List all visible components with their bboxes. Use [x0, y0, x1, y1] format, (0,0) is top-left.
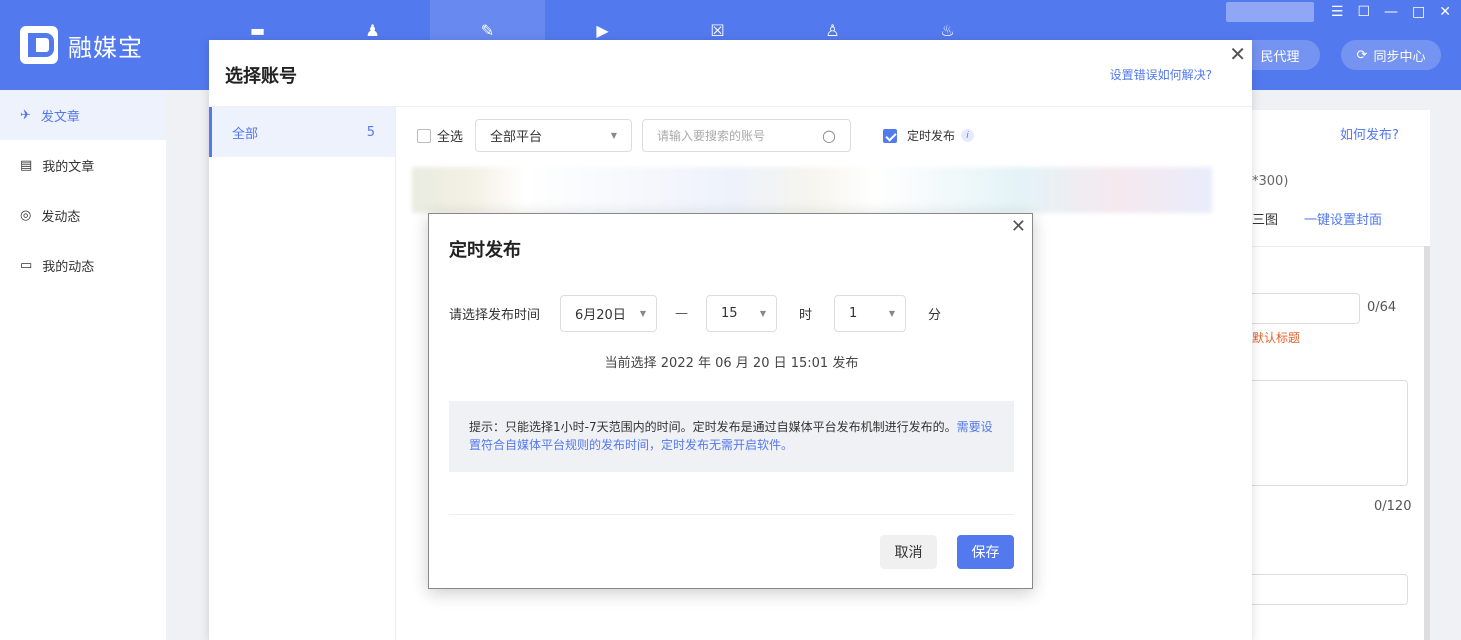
setting-help-link[interactable]: 设置错误如何解决? — [1110, 66, 1212, 83]
scheduled-publish-label: 定时发布 — [907, 129, 956, 143]
minimize-icon[interactable]: — — [1384, 4, 1398, 20]
date-select[interactable]: 6月20日 ▼ — [560, 295, 658, 332]
current-selection-text: 当前选择 2022 年 06 月 20 日 15:01 发布 — [604, 356, 859, 371]
agent-button[interactable]: 民代理 — [1240, 40, 1320, 70]
nav-message-icon[interactable]: ▬ — [200, 0, 315, 40]
chevron-down-icon: ▼ — [639, 309, 647, 318]
close-window-icon[interactable]: ✕ — [1439, 4, 1451, 20]
chevron-down-icon: ▼ — [888, 309, 896, 318]
dialog-title: 选择账号 — [225, 66, 297, 87]
minute-value: 1 — [849, 306, 858, 321]
save-button[interactable]: 保存 — [957, 535, 1014, 569]
target-icon: ◎ — [20, 207, 32, 223]
default-title-link[interactable]: 默认标题 — [1252, 329, 1300, 346]
divider — [1252, 246, 1430, 247]
nav-video-icon[interactable]: ▶ — [545, 0, 660, 40]
platform-filter-select[interactable]: 全部平台 ▼ — [475, 119, 633, 152]
tip-text: 提示：只能选择1小时-7天范围内的时间。定时发布是通过自媒体平台发布机制进行发布… — [469, 420, 957, 434]
scrollbar[interactable] — [1424, 246, 1430, 640]
hour-unit: 时 — [799, 308, 813, 323]
info-icon[interactable]: i — [961, 129, 975, 142]
window-controls: ☰ ☐ — □ ✕ — [1331, 4, 1451, 20]
summary-count: 0/120 — [1374, 499, 1412, 514]
group-name: 全部 — [232, 126, 259, 142]
close-icon[interactable]: ✕ — [1011, 216, 1026, 237]
three-images-option[interactable]: 三图 — [1252, 209, 1278, 228]
tip-box: 提示：只能选择1小时-7天范围内的时间。定时发布是通过自媒体平台发布机制进行发布… — [449, 401, 1014, 472]
select-all-checkbox[interactable] — [417, 128, 431, 143]
minute-unit: 分 — [928, 308, 942, 323]
app-name: 融媒宝 — [68, 33, 143, 62]
group-item-all[interactable]: 全部 5 — [209, 107, 395, 157]
account-cards-blurred[interactable] — [412, 167, 1212, 213]
how-to-publish-link[interactable]: 如何发布? — [1340, 124, 1399, 143]
account-group-list: 全部 5 — [209, 107, 396, 640]
sidebar: ✈ 发文章 ▤ 我的文章 ◎ 发动态 ▭ 我的动态 — [0, 90, 166, 640]
hour-value: 15 — [721, 306, 738, 321]
cover-size-hint: *300) — [1252, 174, 1289, 189]
agent-button-label: 民代理 — [1260, 49, 1300, 65]
nav-data-icon[interactable]: ☒ — [660, 0, 775, 40]
dialog-title: 定时发布 — [449, 240, 521, 261]
sidebar-item-label: 发动态 — [41, 209, 81, 225]
nav-hot-icon[interactable]: ♨ — [890, 0, 1005, 40]
nav-team-icon[interactable]: ♙ — [775, 0, 890, 40]
menu-icon[interactable]: ☰ — [1331, 4, 1344, 20]
sidebar-item-my-articles[interactable]: ▤ 我的文章 — [0, 140, 166, 190]
sync-center-button[interactable]: ⟳ 同步中心 — [1341, 40, 1441, 70]
maximize-icon[interactable]: □ — [1412, 4, 1425, 20]
app-logo: 融媒宝 — [20, 26, 143, 64]
hour-select[interactable]: 15 ▼ — [706, 295, 778, 332]
nav-publish-icon[interactable]: ✎ — [430, 0, 545, 40]
title-count: 0/64 — [1367, 300, 1397, 315]
range-dash: — — [675, 306, 689, 321]
sidebar-item-label: 发文章 — [40, 109, 80, 125]
platform-filter-value: 全部平台 — [490, 130, 543, 145]
nav-account-icon[interactable]: ♟ — [315, 0, 430, 40]
title-input[interactable] — [1252, 293, 1360, 324]
user-account-blurred[interactable] — [1226, 2, 1314, 22]
close-icon[interactable]: ✕ — [1229, 42, 1246, 66]
sidebar-item-my-updates[interactable]: ▭ 我的动态 — [0, 240, 166, 290]
divider — [449, 514, 1014, 515]
sidebar-item-label: 我的文章 — [42, 159, 95, 175]
editor-panel: 如何发布? *300) 三图 一键设置封面 0/64 默认标题 0/120 — [1252, 110, 1430, 640]
group-count: 5 — [366, 124, 375, 140]
sync-icon: ⟳ — [1356, 47, 1368, 63]
feedback-icon[interactable]: ☐ — [1357, 4, 1370, 20]
chevron-down-icon: ▼ — [759, 309, 767, 318]
schedule-publish-dialog: 定时发布 ✕ 请选择发布时间 6月20日 ▼ — 15 ▼ 时 1 ▼ 分 当前… — [428, 213, 1033, 589]
one-click-cover-link[interactable]: 一键设置封面 — [1304, 209, 1382, 228]
sidebar-item-post-update[interactable]: ◎ 发动态 — [0, 190, 166, 240]
time-picker-row: 请选择发布时间 6月20日 ▼ — 15 ▼ 时 1 ▼ 分 — [449, 295, 941, 332]
chat-icon: ▭ — [20, 257, 33, 273]
dialog-header: 选择账号 设置错误如何解决? ✕ — [209, 40, 1252, 107]
cancel-button[interactable]: 取消 — [880, 535, 937, 569]
document-icon: ▤ — [20, 157, 33, 173]
account-search-input[interactable]: 请输入要搜索的账号 ○ — [642, 119, 852, 152]
minute-select[interactable]: 1 ▼ — [834, 295, 907, 332]
sidebar-item-post-article[interactable]: ✈ 发文章 — [0, 90, 166, 140]
logo-icon — [20, 26, 58, 64]
scheduled-publish-checkbox[interactable] — [883, 128, 898, 143]
sidebar-item-label: 我的动态 — [42, 259, 95, 275]
top-nav: ▬ ♟ ✎ ▶ ☒ ♙ ♨ — [200, 0, 1005, 40]
sync-center-label: 同步中心 — [1373, 49, 1426, 65]
send-icon: ✈ — [20, 107, 31, 123]
date-value: 6月20日 — [575, 308, 626, 323]
search-icon[interactable]: ○ — [822, 126, 836, 145]
extra-input[interactable] — [1252, 574, 1408, 605]
chevron-down-icon: ▼ — [610, 131, 618, 140]
summary-textarea[interactable] — [1252, 380, 1408, 486]
account-toolbar: 全选 全部平台 ▼ 请输入要搜索的账号 ○ 定时发布 i — [417, 119, 975, 152]
time-picker-label: 请选择发布时间 — [449, 308, 541, 323]
select-all-label: 全选 — [437, 130, 464, 145]
search-placeholder: 请输入要搜索的账号 — [657, 129, 766, 143]
